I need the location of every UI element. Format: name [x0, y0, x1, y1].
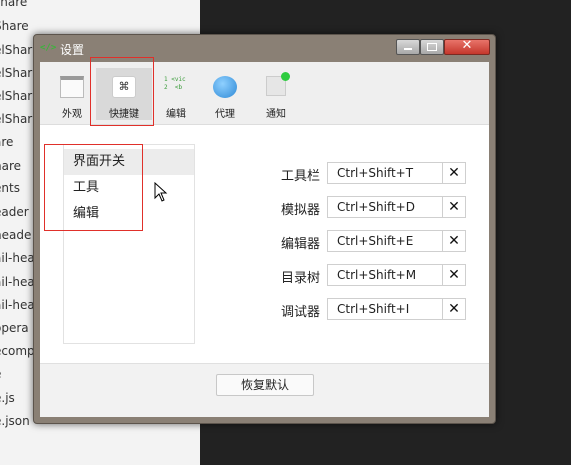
mouse-cursor-icon [154, 182, 168, 202]
tab-editor[interactable]: 1 <vic 2 <b 编辑 [148, 68, 204, 120]
notification-icon [266, 72, 290, 96]
file-row: ail-hea [0, 298, 35, 312]
shortcut-name: 目录树 [280, 271, 320, 286]
clear-shortcut-button[interactable]: ✕ [442, 264, 466, 286]
shortcut-name: 模拟器 [280, 203, 320, 218]
file-row: elShar [0, 112, 33, 126]
file-row: ail-hea [0, 251, 35, 265]
shortcut-input-directory-tree[interactable]: Ctrl+Shift+M [327, 264, 443, 286]
file-row: elShar [0, 66, 33, 80]
file-row: heade [0, 228, 32, 242]
file-row: elShar [0, 89, 33, 103]
clear-shortcut-button[interactable]: ✕ [442, 298, 466, 320]
restore-defaults-button[interactable]: 恢复默认 [216, 374, 314, 396]
close-button[interactable]: ✕ [444, 38, 490, 55]
shortcut-name: 编辑器 [280, 237, 320, 252]
close-icon: ✕ [448, 233, 460, 249]
annotation-box-shortcut-tab [90, 57, 154, 126]
appearance-icon [60, 76, 84, 98]
minimize-button[interactable] [396, 39, 420, 55]
file-row: opera [0, 321, 29, 335]
close-icon: ✕ [448, 199, 460, 215]
close-icon: ✕ [448, 301, 460, 317]
shortcut-name: 调试器 [280, 305, 320, 320]
file-row: ail-hea [0, 275, 35, 289]
file-row: hare [0, 159, 22, 173]
file-row: e.js [0, 391, 15, 405]
close-icon: ✕ [448, 267, 460, 283]
tab-label: 编辑 [166, 109, 186, 120]
tab-proxy[interactable]: 代理 [197, 68, 253, 120]
tab-notifications[interactable]: 通知 [248, 68, 304, 120]
shortcut-input-toolbar[interactable]: Ctrl+Shift+T [327, 162, 443, 184]
shortcut-row: 工具栏 Ctrl+Shift+T ✕ [260, 162, 470, 186]
globe-icon [213, 76, 237, 98]
shortcut-input-simulator[interactable]: Ctrl+Shift+D [327, 196, 443, 218]
file-row: e [0, 364, 1, 384]
file-row: e.json [0, 414, 30, 428]
shortcut-row: 模拟器 Ctrl+Shift+D ✕ [260, 196, 470, 220]
settings-footer: 恢复默认 [40, 363, 489, 417]
code-editor-icon: 1 <vic 2 <b [164, 76, 186, 91]
clear-shortcut-button[interactable]: ✕ [442, 230, 466, 252]
file-row: Share [0, 19, 29, 33]
clear-shortcut-button[interactable]: ✕ [442, 196, 466, 218]
maximize-button[interactable] [420, 39, 444, 55]
file-row: are [0, 135, 14, 149]
code-brackets-icon: </> [40, 43, 57, 53]
file-row: elShar [0, 43, 33, 57]
tab-label: 代理 [215, 109, 235, 120]
window-title: 设置 [60, 43, 85, 57]
shortcut-input-debugger[interactable]: Ctrl+Shift+I [327, 298, 443, 320]
annotation-box-category-list [44, 144, 143, 231]
file-row: eader [0, 205, 29, 219]
shortcut-input-editor[interactable]: Ctrl+Shift+E [327, 230, 443, 252]
tab-label: 通知 [266, 109, 286, 120]
shortcut-row: 目录树 Ctrl+Shift+M ✕ [260, 264, 470, 288]
shortcut-row: 调试器 Ctrl+Shift+I ✕ [260, 298, 470, 322]
shortcut-row: 编辑器 Ctrl+Shift+E ✕ [260, 230, 470, 254]
close-icon: ✕ [461, 38, 473, 53]
clear-shortcut-button[interactable]: ✕ [442, 162, 466, 184]
close-icon: ✕ [448, 165, 460, 181]
notification-dot-icon [281, 72, 290, 81]
file-row: ents [0, 181, 20, 195]
file-row: share [0, 0, 28, 9]
shortcut-name: 工具栏 [280, 169, 320, 184]
